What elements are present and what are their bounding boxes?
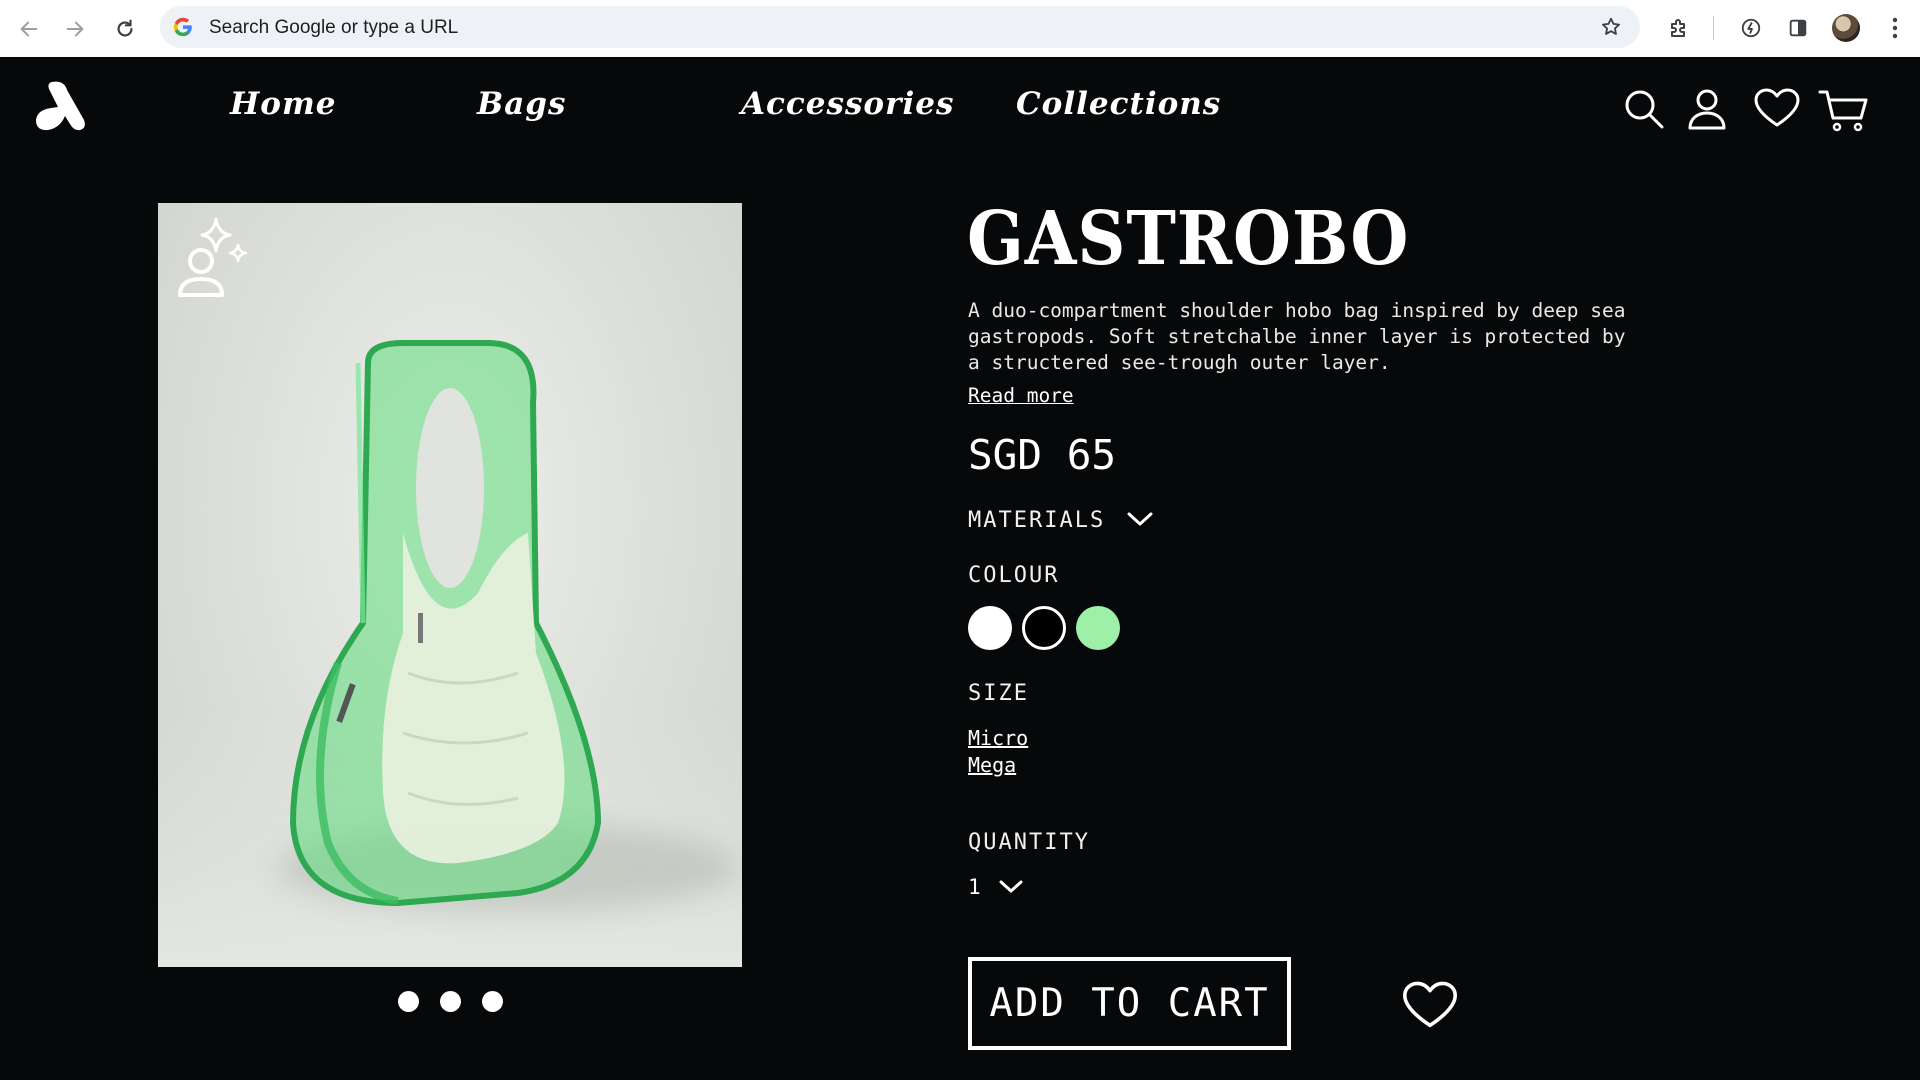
gallery-dot[interactable] [398, 991, 419, 1012]
side-panel-icon[interactable] [1784, 14, 1812, 42]
colour-swatches [968, 606, 1120, 650]
add-to-wishlist-heart-icon[interactable] [1402, 981, 1458, 1033]
ai-sparkle-person-icon[interactable] [176, 215, 256, 305]
brand-logo[interactable] [34, 80, 90, 136]
account-icon[interactable] [1686, 88, 1728, 130]
back-arrow-icon[interactable] [14, 14, 44, 44]
colour-swatch-green[interactable] [1076, 606, 1120, 650]
nav-collections[interactable]: Collections [1016, 86, 1221, 122]
reload-icon[interactable] [110, 14, 140, 44]
forward-arrow-icon[interactable] [60, 14, 90, 44]
toolbar-divider [1713, 16, 1714, 40]
colour-swatch-black[interactable] [1022, 606, 1066, 650]
bag-illustration [289, 340, 602, 907]
gallery-dot[interactable] [440, 991, 461, 1012]
browser-toolbar: Search Google or type a URL [0, 0, 1920, 57]
gallery-dot[interactable] [482, 991, 503, 1012]
description-line: A duo-compartment shoulder hobo bag insp… [968, 299, 1626, 322]
cart-icon[interactable] [1818, 88, 1870, 132]
description-line: gastropods. Soft stretchalbe inner layer… [968, 325, 1626, 348]
chevron-down-icon[interactable] [1127, 511, 1153, 531]
add-to-cart-button[interactable]: ADD TO CART [968, 957, 1291, 1050]
product-image[interactable] [158, 203, 742, 967]
search-icon[interactable] [1623, 88, 1665, 130]
address-bar[interactable]: Search Google or type a URL [160, 6, 1640, 48]
size-option-mega[interactable]: Mega [968, 753, 1016, 777]
performance-icon[interactable] [1737, 14, 1765, 42]
bookmark-star-icon[interactable] [1600, 16, 1622, 38]
materials-label[interactable]: MATERIALS [968, 508, 1105, 533]
description-line: a structered see-trough outer layer. [968, 351, 1391, 374]
product-price: SGD 65 [968, 431, 1117, 479]
product-description: A duo-compartment shoulder hobo bag insp… [968, 298, 1668, 376]
profile-avatar[interactable] [1832, 14, 1860, 42]
materials-dropdown[interactable]: MATERIALS [968, 508, 1153, 533]
colour-label: COLOUR [968, 563, 1060, 588]
quantity-value[interactable]: 1 [968, 875, 981, 899]
omnibox-placeholder[interactable]: Search Google or type a URL [209, 17, 458, 39]
nav-bags[interactable]: Bags [477, 86, 566, 122]
size-option-micro[interactable]: Micro [968, 726, 1028, 750]
product-title: GASTROBO [967, 196, 1410, 282]
colour-swatch-white[interactable] [968, 606, 1012, 650]
nav-home[interactable]: Home [230, 86, 337, 122]
wishlist-heart-icon[interactable] [1754, 88, 1800, 128]
more-menu-icon[interactable] [1881, 14, 1909, 42]
quantity-selector[interactable]: 1 [968, 875, 1023, 899]
gallery-pagination [398, 991, 503, 1012]
chevron-down-icon[interactable] [999, 875, 1023, 899]
nav-accessories[interactable]: Accessories [741, 86, 954, 122]
extensions-icon[interactable] [1665, 14, 1693, 42]
size-label: SIZE [968, 681, 1029, 706]
quantity-label: QUANTITY [968, 830, 1090, 855]
read-more-link[interactable]: Read more [968, 384, 1074, 407]
google-icon [172, 16, 194, 38]
